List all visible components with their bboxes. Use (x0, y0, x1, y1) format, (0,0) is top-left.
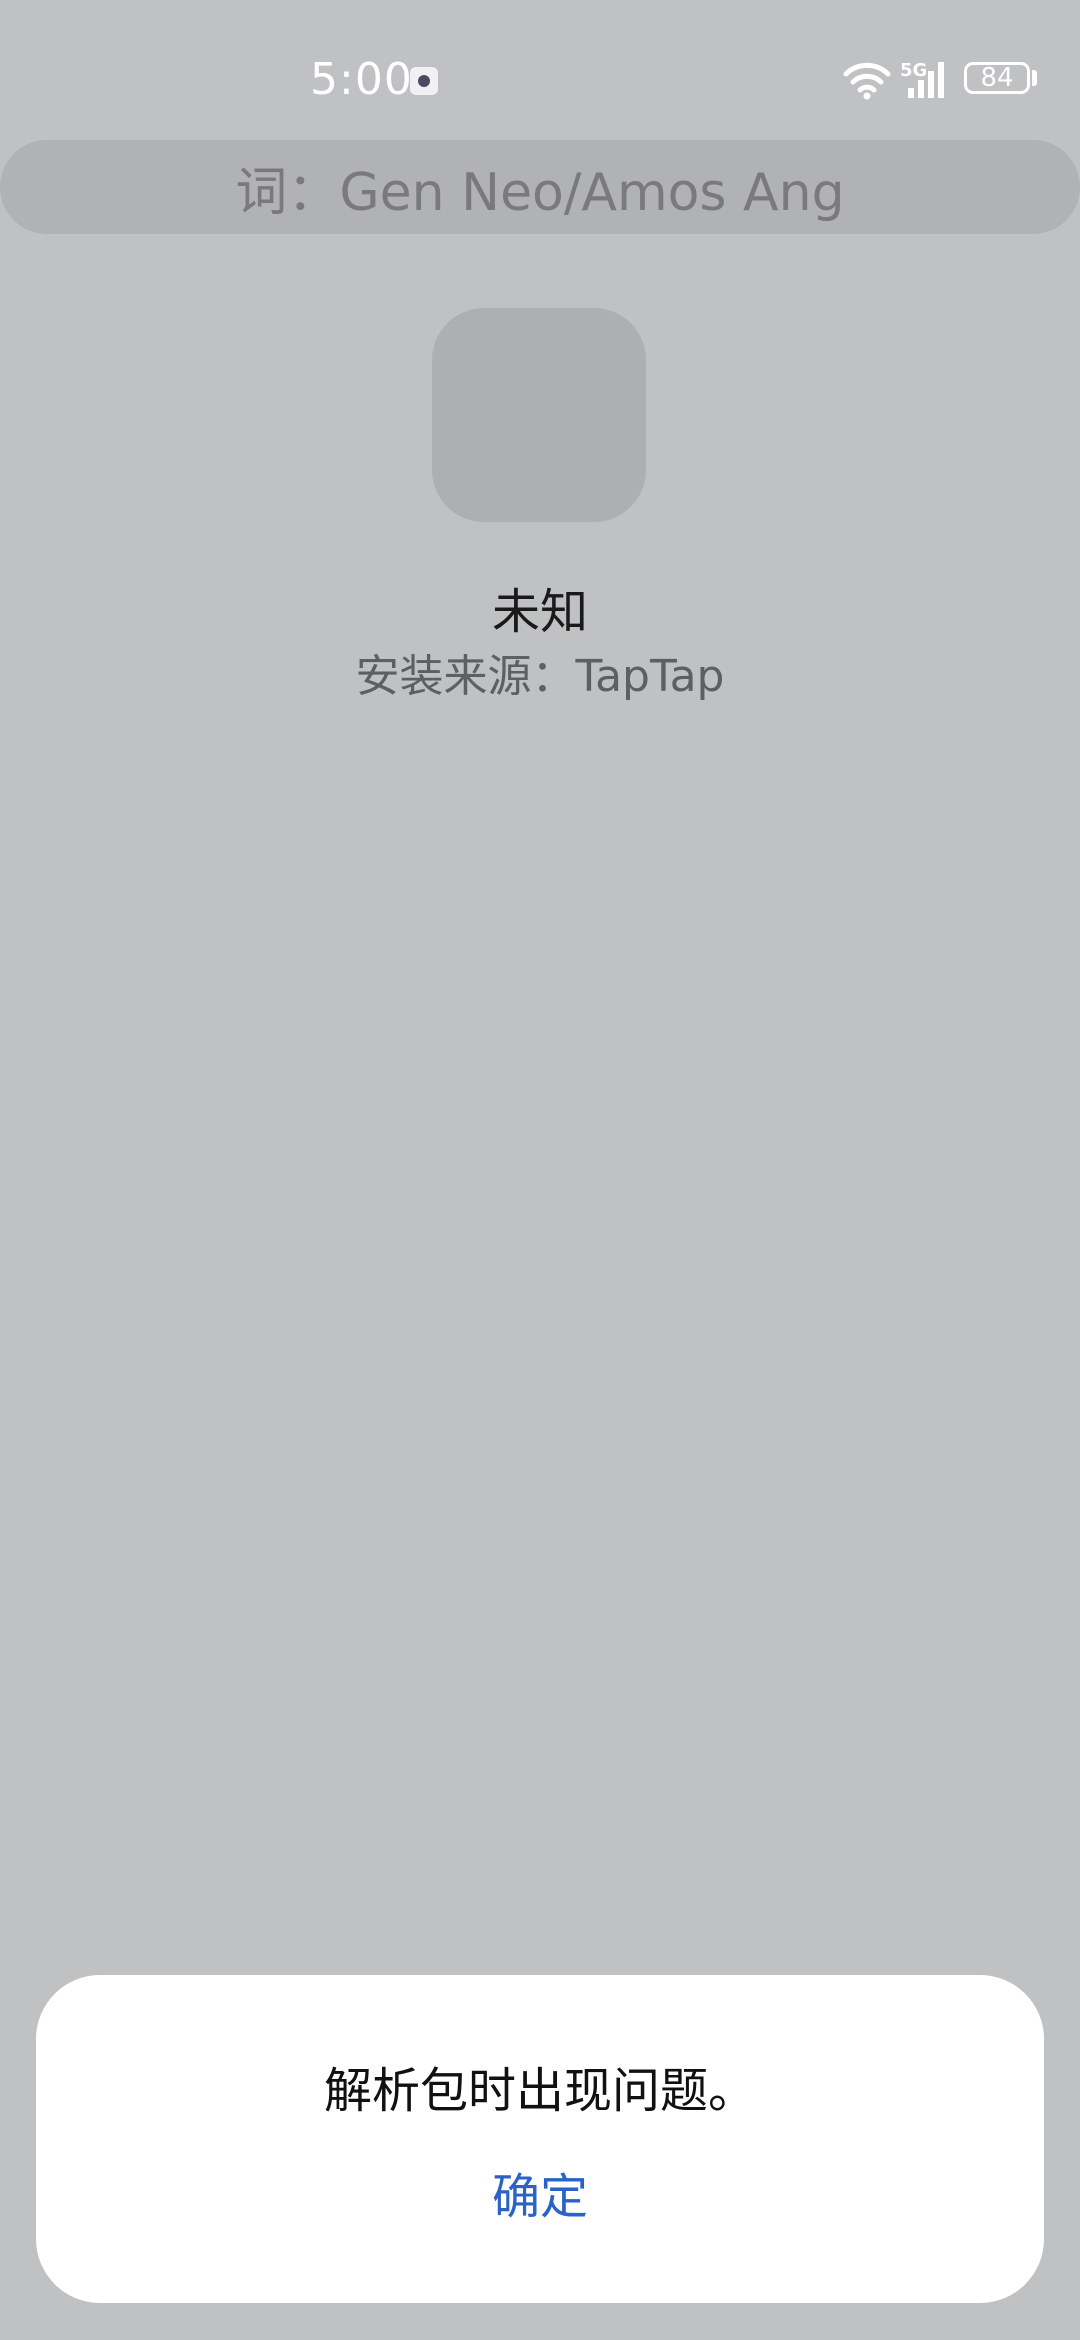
battery-tip (1032, 70, 1037, 86)
dialog-message: 解析包时出现问题。 (323, 2063, 756, 2119)
install-source: 安装来源：TapTap (355, 651, 725, 702)
notification-icon (410, 67, 438, 95)
signal-icon (908, 62, 944, 98)
lyric-text: 词：Gen Neo/Amos Ang (235, 162, 845, 223)
error-dialog: 解析包时出现问题。 确定 (36, 1975, 1044, 2303)
confirm-button[interactable]: 确定 (440, 2155, 640, 2239)
wifi-icon (843, 62, 891, 100)
app-icon (432, 308, 646, 522)
lyric-bar: 词：Gen Neo/Amos Ang (0, 140, 1080, 234)
status-time: 5:00 (310, 54, 413, 105)
app-name: 未知 (491, 584, 588, 640)
status-bar: 5:00 5G 84 (0, 0, 1080, 150)
battery-icon: 84 (964, 62, 1030, 94)
